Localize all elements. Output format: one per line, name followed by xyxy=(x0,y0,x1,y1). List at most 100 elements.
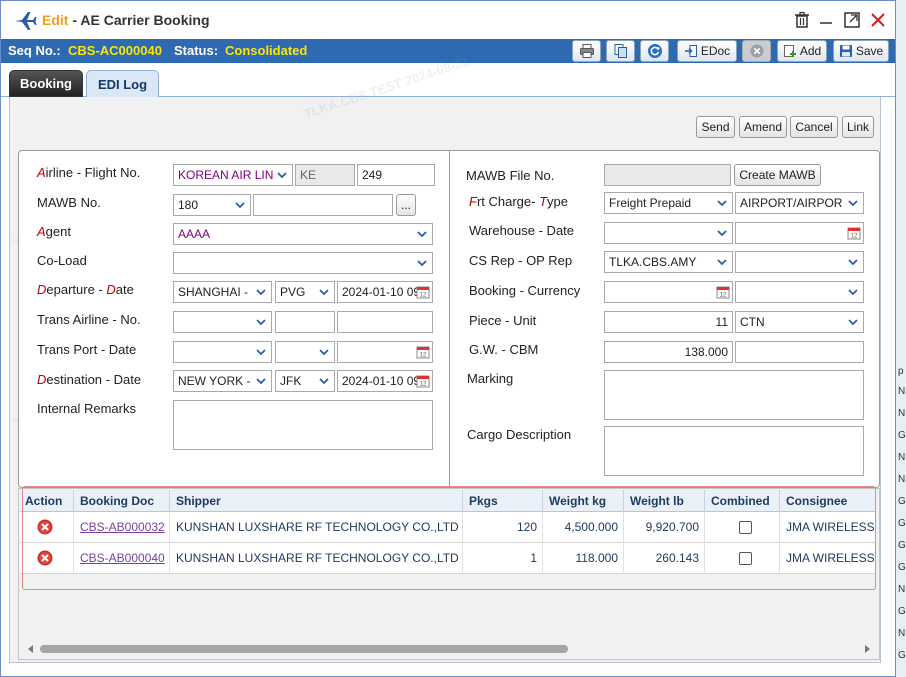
chevron-down-icon xyxy=(717,259,727,266)
chevron-down-icon xyxy=(717,200,727,207)
col-action[interactable]: Action xyxy=(20,490,74,512)
scroll-left-icon[interactable] xyxy=(26,644,36,654)
close-icon[interactable] xyxy=(868,10,888,30)
calendar-icon[interactable]: 12 xyxy=(416,374,430,388)
agent-label: Agent xyxy=(37,224,71,239)
flight-no-field[interactable]: 249 xyxy=(357,164,435,186)
print-button[interactable] xyxy=(572,40,601,62)
chevron-down-icon xyxy=(417,231,427,238)
minimize-icon[interactable] xyxy=(816,10,836,30)
scroll-right-icon[interactable] xyxy=(862,644,872,654)
gw-cbm-label: G.W. - CBM xyxy=(469,342,539,357)
delete-row-icon[interactable] xyxy=(37,550,53,566)
cargo-description-textarea[interactable] xyxy=(604,426,864,476)
trans-flight-no-field[interactable] xyxy=(337,311,433,333)
mawb-lookup-button[interactable]: ... xyxy=(396,194,416,216)
gross-weight-field[interactable]: 138.000 xyxy=(604,341,733,363)
marking-textarea[interactable] xyxy=(604,370,864,420)
type-label-text: ype xyxy=(547,194,569,209)
col-booking-doc[interactable]: Booking Doc xyxy=(75,490,170,512)
calendar-icon[interactable]: 12 xyxy=(416,345,430,359)
scroll-thumb[interactable] xyxy=(40,645,568,653)
frt-charge-select[interactable]: Freight Prepaid xyxy=(604,192,733,214)
delete-row-icon[interactable] xyxy=(37,519,53,535)
title-bar[interactable]: Edit - AE Carrier Booking xyxy=(1,1,895,39)
warehouse-select[interactable] xyxy=(604,222,733,244)
link-button[interactable]: Link xyxy=(842,116,874,138)
combined-checkbox[interactable] xyxy=(739,552,752,565)
add-button[interactable]: Add xyxy=(777,40,827,62)
bg-letter: N xyxy=(898,474,906,485)
departure-code-select[interactable]: PVG xyxy=(275,281,335,303)
save-button[interactable]: Save xyxy=(833,40,889,62)
edoc-icon xyxy=(684,45,697,57)
bg-letter: G xyxy=(898,496,906,507)
booking-date-field[interactable]: 12 xyxy=(604,281,733,303)
mawb-no-field[interactable] xyxy=(253,194,393,216)
destination-city-select[interactable]: NEW YORK - xyxy=(173,370,272,392)
col-pkgs[interactable]: Pkgs xyxy=(464,490,543,512)
cancel-button[interactable]: Cancel xyxy=(790,116,838,138)
status-value: Consolidated xyxy=(225,43,308,58)
col-weight-lb[interactable]: Weight lb xyxy=(625,490,705,512)
destination-date-field[interactable]: 2024-01-10 09:0 12 xyxy=(337,370,433,392)
mawb-prefix-select[interactable]: 180 xyxy=(173,194,251,216)
col-shipper[interactable]: Shipper xyxy=(171,490,463,512)
airline-label-required: A xyxy=(37,165,46,180)
booking-doc-link[interactable]: CBS-AB000040 xyxy=(75,543,170,574)
bg-letter: N xyxy=(898,584,906,595)
col-combined[interactable]: Combined xyxy=(706,490,780,512)
unit-value: CTN xyxy=(740,315,765,329)
col-consignee[interactable]: Consignee xyxy=(781,490,876,512)
departure-city-select[interactable]: SHANGHAI - xyxy=(173,281,272,303)
table-row[interactable]: CBS-AB000032 KUNSHAN LUXSHARE RF TECHNOL… xyxy=(20,512,876,543)
amend-button[interactable]: Amend xyxy=(739,116,787,138)
date-label-text: ate xyxy=(115,282,134,297)
departure-date-field[interactable]: 2024-01-10 09:0 12 xyxy=(337,281,433,303)
edoc-button[interactable]: EDoc xyxy=(677,40,737,62)
coload-select[interactable] xyxy=(173,252,433,274)
calendar-icon[interactable]: 12 xyxy=(847,226,861,240)
destination-code-select[interactable]: JFK xyxy=(275,370,335,392)
piece-field[interactable]: 11 xyxy=(604,311,733,333)
calendar-icon[interactable]: 12 xyxy=(416,285,430,299)
cs-rep-select[interactable]: TLKA.CBS.AMY xyxy=(604,251,733,273)
airplane-icon xyxy=(15,12,37,30)
agent-select[interactable]: AAAA xyxy=(173,223,433,245)
trans-date-field[interactable]: 12 xyxy=(337,341,433,363)
calendar-icon[interactable]: 12 xyxy=(716,285,730,299)
trans-airline-code-field[interactable] xyxy=(275,311,335,333)
send-button[interactable]: Send xyxy=(696,116,735,138)
warehouse-date-field[interactable]: 12 xyxy=(735,222,864,244)
tab-bar: Booking EDI Log xyxy=(1,63,895,97)
cancel-doc-button[interactable] xyxy=(742,40,771,62)
col-weight-kg[interactable]: Weight kg xyxy=(544,490,624,512)
booking-doc-link[interactable]: CBS-AB000032 xyxy=(75,512,170,543)
frt-type-select[interactable]: AIRPORT/AIRPOR xyxy=(735,192,864,214)
currency-select[interactable] xyxy=(735,281,864,303)
copy-button[interactable] xyxy=(606,40,635,62)
departure-label-required: D xyxy=(37,282,47,297)
create-mawb-button[interactable]: Create MAWB xyxy=(734,164,821,186)
trans-port-code-select[interactable] xyxy=(275,341,335,363)
refresh-button[interactable] xyxy=(640,40,669,62)
tab-edi-log[interactable]: EDI Log xyxy=(86,70,159,97)
combined-checkbox[interactable] xyxy=(739,521,752,534)
internal-remarks-textarea[interactable] xyxy=(173,400,433,450)
unit-select[interactable]: CTN xyxy=(735,311,864,333)
table-row[interactable]: CBS-AB000040 KUNSHAN LUXSHARE RF TECHNOL… xyxy=(20,543,876,574)
trans-port-select[interactable] xyxy=(173,341,272,363)
op-rep-select[interactable] xyxy=(735,251,864,273)
tab-booking[interactable]: Booking xyxy=(9,70,83,97)
grid-header: Action Booking Doc Shipper Pkgs Weight k… xyxy=(20,490,876,512)
bg-letter: G xyxy=(898,650,906,661)
edit-label: Edit xyxy=(42,12,69,28)
airline-select[interactable]: KOREAN AIR LIN xyxy=(173,164,293,186)
maximize-icon[interactable] xyxy=(842,10,862,30)
svg-text:12: 12 xyxy=(851,234,858,240)
trans-airline-select[interactable] xyxy=(173,311,272,333)
print-icon xyxy=(579,44,594,58)
cbm-field[interactable] xyxy=(735,341,864,363)
trash-icon[interactable] xyxy=(792,10,812,30)
grid-horizontal-scrollbar[interactable] xyxy=(20,641,876,657)
